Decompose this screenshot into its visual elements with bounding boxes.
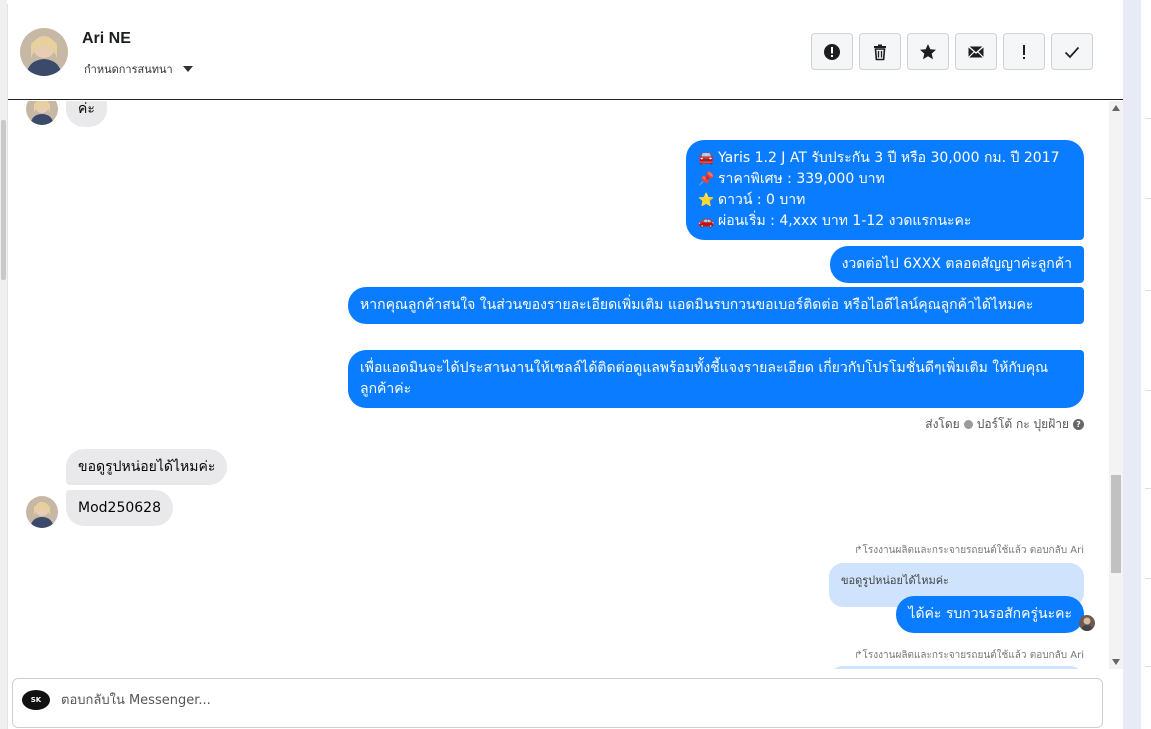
message-text: ขอดูรูปหน่อยได้ไหมค่ะ [78, 459, 216, 475]
message-text: ค่ะ [78, 101, 95, 117]
divider [1145, 290, 1151, 291]
reply-input[interactable] [61, 689, 961, 711]
contact-avatar[interactable] [20, 28, 68, 76]
contact-avatar-small [26, 101, 58, 125]
sent-by-label: ส่งโดย [925, 417, 960, 431]
mark-done-button[interactable] [1051, 33, 1093, 70]
divider [1145, 578, 1151, 579]
outgoing-message[interactable]: 🚘 Yaris 1.2 J AT รับประกัน 3 ปี หรือ 30,0… [686, 140, 1084, 240]
page-logo-text: SK [30, 696, 42, 704]
divider [1145, 488, 1151, 489]
outgoing-message[interactable]: หากคุณลูกค้าสนใจ ในส่วนของรายละเอียดเพิ่… [348, 287, 1084, 324]
star-icon [920, 43, 936, 59]
divider [1145, 118, 1151, 119]
contact-avatar-small [26, 496, 58, 528]
outgoing-message[interactable]: งวดต่อไป 6XXX ตลอดสัญญาค่ะลูกค้า [829, 246, 1084, 283]
check-icon [1064, 46, 1080, 58]
reply-meta-text: โรงงานผลิตและกระจายรถยนต์ใช้แล้ว ตอบกลับ… [862, 545, 1084, 556]
delete-button[interactable] [859, 33, 901, 70]
message-text: Mod250628 [78, 500, 161, 516]
read-receipt-avatar [1079, 615, 1095, 631]
divider [1145, 198, 1151, 199]
scroll-up-icon[interactable] [1112, 105, 1120, 111]
message-text: ราคาพิเศษ : 339,000 บาท [718, 171, 885, 187]
left-scrollbar[interactable] [0, 0, 7, 729]
messenger-window: Ari NE กำหนดการสนทนา ค่ะ 🚘 Yaris 1.2 J A… [0, 0, 1151, 729]
car-small-icon: 🚗 [698, 214, 715, 229]
message-text: Yaris 1.2 J AT รับประกัน 3 ปี หรือ 30,00… [718, 150, 1060, 166]
reply-meta: ↱โรงงานผลิตและกระจายรถยนต์ใช้แล้ว ตอบกลั… [854, 648, 1084, 663]
left-scrollbar-thumb[interactable] [1, 120, 6, 280]
star-emoji-icon: ⭐ [698, 193, 715, 208]
message-text: ผ่อนเริ่ม : 4,xxx บาท 1-12 งวดแรกนะคะ [718, 213, 972, 229]
side-panel-edge [1123, 0, 1151, 729]
incoming-message[interactable]: Mod250628 [66, 490, 173, 526]
divider [1145, 390, 1151, 391]
reply-arrow-icon: ↱ [854, 545, 863, 556]
outgoing-message[interactable]: เพื่อแอดมินจะได้ประสานงานให้เซลล์ได้ติดต… [348, 350, 1084, 408]
message-composer: SK [12, 678, 1103, 728]
conversation-settings-label: กำหนดการสนทนา [84, 63, 173, 76]
conversation-settings-dropdown[interactable]: กำหนดการสนทนา [84, 60, 193, 78]
pin-icon: 📌 [698, 172, 715, 187]
car-icon: 🚘 [698, 151, 715, 166]
reply-arrow-icon: ↱ [854, 650, 863, 661]
message-text: งวดต่อไป 6XXX ตลอดสัญญาค่ะลูกค้า [841, 256, 1072, 272]
help-icon[interactable]: ? [1073, 419, 1084, 430]
outgoing-message[interactable]: ได้ค่ะ รบกวนรอสักครู่นะคะ [896, 596, 1084, 633]
conversation-header: Ari NE กำหนดการสนทนา [8, 4, 1124, 100]
scroll-down-icon[interactable] [1112, 659, 1120, 665]
quoted-message-partial[interactable] [829, 666, 1084, 669]
reply-meta-text: โรงงานผลิตและกระจายรถยนต์ใช้แล้ว ตอบกลับ… [862, 650, 1084, 661]
side-panel-bar [1123, 0, 1141, 729]
sent-by-info: ส่งโดย ปอร์โต้ กะ ปุยฝ้าย ? [925, 415, 1084, 434]
quoted-text: ขอดูรูปหน่อยได้ไหมค่ะ [841, 574, 949, 587]
chevron-down-icon [182, 66, 193, 72]
exclamation-icon [1023, 44, 1025, 59]
message-text: เพื่อแอดมินจะได้ประสานงานให้เซลล์ได้ติดต… [360, 360, 1049, 397]
page-logo: SK [22, 690, 50, 710]
alert-circle-icon [824, 43, 840, 60]
thread-scrollbar[interactable] [1109, 101, 1123, 669]
star-button[interactable] [907, 33, 949, 70]
sent-by-name[interactable]: ปอร์โต้ กะ ปุยฝ้าย [977, 415, 1069, 434]
message-text: หากคุณลูกค้าสนใจ ในส่วนของรายละเอียดเพิ่… [360, 297, 1034, 313]
mark-important-button[interactable] [1003, 33, 1045, 70]
incoming-message[interactable]: ขอดูรูปหน่อยได้ไหมค่ะ [66, 449, 228, 485]
conversation-toolbar [811, 33, 1093, 70]
message-text: ดาวน์ : 0 บาท [718, 192, 806, 208]
thread-scrollbar-thumb[interactable] [1111, 475, 1121, 573]
message-thread[interactable]: ค่ะ 🚘 Yaris 1.2 J AT รับประกัน 3 ปี หรือ … [8, 101, 1108, 669]
contact-name: Ari NE [82, 30, 131, 47]
mail-button[interactable] [955, 33, 997, 70]
conversation-panel: Ari NE กำหนดการสนทนา ค่ะ 🚘 Yaris 1.2 J A… [7, 4, 1124, 729]
trash-icon [874, 44, 886, 60]
report-button[interactable] [811, 33, 853, 70]
incoming-message[interactable]: ค่ะ [66, 101, 107, 127]
agent-dot-icon [963, 420, 973, 429]
message-text: ได้ค่ะ รบกวนรอสักครู่นะคะ [908, 606, 1072, 622]
envelope-icon [968, 45, 984, 58]
reply-meta: ↱โรงงานผลิตและกระจายรถยนต์ใช้แล้ว ตอบกลั… [854, 543, 1084, 558]
divider [1145, 666, 1151, 667]
